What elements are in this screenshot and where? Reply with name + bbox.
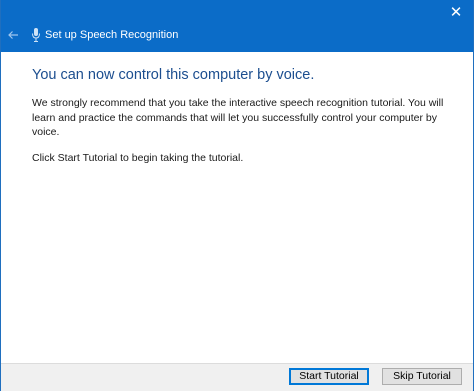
tutorial-recommendation-text: We strongly recommend that you take the …: [32, 97, 444, 138]
main-content: You can now control this computer by voi…: [32, 52, 462, 165]
window-title: Set up Speech Recognition: [45, 29, 179, 41]
close-button[interactable]: ✕: [445, 4, 467, 22]
back-button[interactable]: [5, 28, 21, 42]
tutorial-instruction-text: Click Start Tutorial to begin taking the…: [32, 151, 244, 164]
title-bar: ✕ Set up Speech Recognition: [1, 0, 473, 52]
start-tutorial-button[interactable]: Start Tutorial: [289, 368, 369, 385]
microphone-icon: [32, 28, 40, 42]
speech-setup-window: ✕ Set up Speech Recognition You can now …: [0, 0, 474, 391]
skip-tutorial-button[interactable]: Skip Tutorial: [382, 368, 462, 385]
close-icon: ✕: [449, 4, 463, 21]
back-arrow-icon: [8, 31, 18, 39]
button-bar: Start Tutorial Skip Tutorial: [1, 363, 473, 391]
page-heading: You can now control this computer by voi…: [32, 67, 315, 83]
